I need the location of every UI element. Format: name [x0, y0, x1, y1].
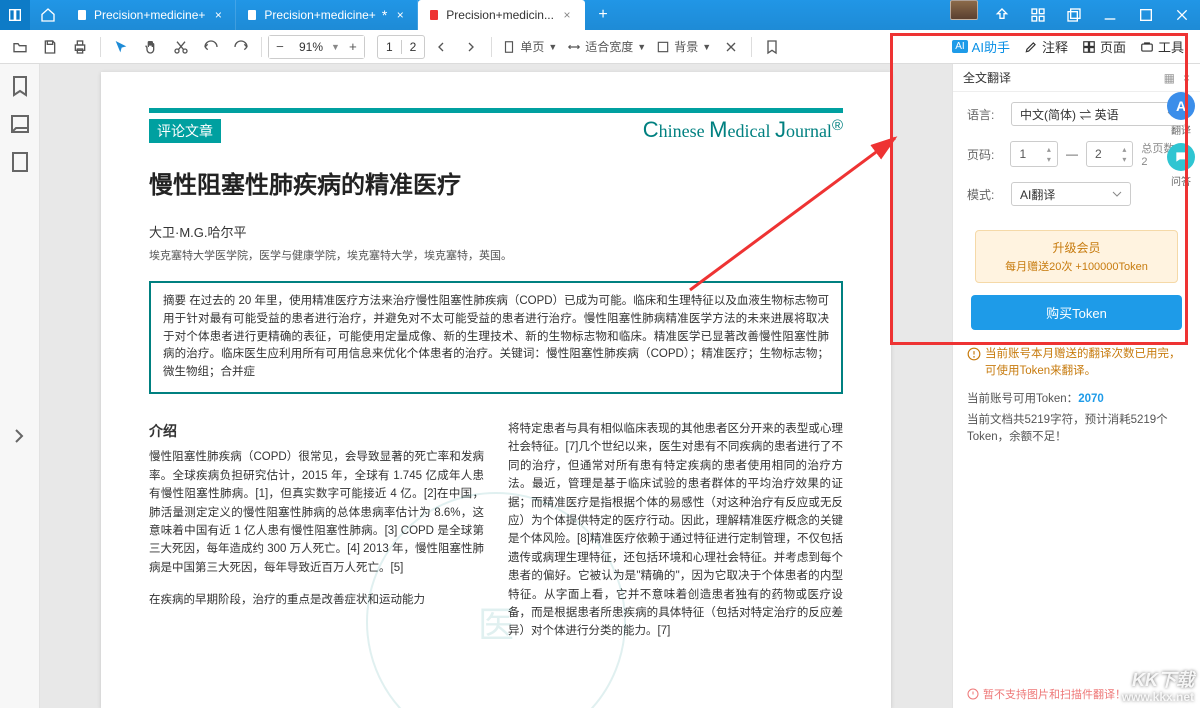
- pdf-file-icon: [428, 9, 440, 21]
- select-tool[interactable]: [107, 33, 135, 61]
- journal-name: Chinese Medical Journal®: [643, 117, 843, 143]
- pdf-page: 评论文章 Chinese Medical Journal® 慢性阻塞性肺疾病的精…: [101, 72, 891, 708]
- zoom-in-button[interactable]: +: [342, 36, 364, 58]
- new-tab-button[interactable]: +: [585, 0, 621, 30]
- background-button[interactable]: 背景▼: [652, 38, 715, 55]
- language-label: 语言:: [967, 106, 1003, 123]
- abstract-box: 摘要 在过去的 20 年里，使用精准医疗方法来治疗慢性阻塞性肺疾病（COPD）已…: [149, 281, 843, 394]
- close-icon[interactable]: ×: [560, 8, 574, 22]
- bookmarks-rail-button[interactable]: [8, 74, 32, 98]
- buy-token-button[interactable]: 购买Token: [971, 295, 1182, 330]
- single-page-button[interactable]: 单页▼: [498, 38, 561, 55]
- open-button[interactable]: [6, 33, 34, 61]
- page-current[interactable]: 1: [378, 40, 402, 54]
- ai-assist-button[interactable]: AIAI助手: [952, 37, 1010, 56]
- page-sep: —: [1066, 147, 1078, 161]
- page-total: 2: [402, 40, 425, 54]
- minimize-button[interactable]: [1092, 0, 1128, 30]
- pdf-file-icon: [246, 9, 258, 21]
- hand-tool[interactable]: [137, 33, 165, 61]
- quota-warning: 当前账号本月赠送的翻译次数已用完，可使用Token来翻译。: [953, 346, 1200, 389]
- mode-select[interactable]: AI翻译: [1011, 182, 1131, 206]
- thumbnails-rail-button[interactable]: [8, 150, 32, 174]
- bookmark-button[interactable]: [758, 33, 786, 61]
- token-estimate: 当前文档共5219字符，预计消耗5219个Token，余额不足！: [953, 410, 1200, 449]
- save-button[interactable]: [36, 33, 64, 61]
- panel-grid-icon[interactable]: ▦: [1164, 71, 1175, 85]
- document-author: 大卫·M.G.哈尔平: [149, 222, 843, 241]
- body-para: 在疾病的早期阶段，治疗的重点是改善症状和运动能力: [149, 591, 484, 609]
- print-button[interactable]: [66, 33, 94, 61]
- body-para: 将特定患者与具有相似临床表现的其他患者区分开来的表型或心理社会特征。[7]几个世…: [508, 420, 843, 641]
- zoom-out-button[interactable]: −: [269, 36, 291, 58]
- language-select[interactable]: 中文(简体) ⇌ 英语: [1011, 102, 1186, 126]
- fit-width-button[interactable]: 适合宽度▼: [563, 38, 650, 55]
- page-control[interactable]: 1 2: [377, 35, 425, 59]
- redo-button[interactable]: [227, 33, 255, 61]
- tab-title: Precision+medicine+: [264, 8, 375, 22]
- undo-button[interactable]: [197, 33, 225, 61]
- upgrade-member-button[interactable]: 升级会员 每月赠送20次 +100000Token: [975, 230, 1178, 283]
- apps-button[interactable]: [1020, 0, 1056, 30]
- modified-indicator: *: [382, 7, 387, 23]
- notes-rail-button[interactable]: [8, 112, 32, 136]
- pages-button[interactable]: 页面: [1082, 37, 1126, 56]
- token-balance: 当前账号可用Token：2070: [953, 389, 1200, 410]
- unsupported-warning: 暂不支持图片和扫描件翻译！: [967, 686, 1126, 702]
- dock-translate[interactable]: A 翻译: [1165, 92, 1197, 137]
- share-button[interactable]: [984, 0, 1020, 30]
- expand-rail-button[interactable]: [8, 424, 32, 448]
- tab-title: Precision+medicine+: [94, 8, 205, 22]
- tab-1[interactable]: Precision+medicine+ ×: [66, 0, 236, 30]
- restore-button[interactable]: [1056, 0, 1092, 30]
- zoom-control[interactable]: − 91% ▼ +: [268, 35, 365, 59]
- chevron-down-icon: [1112, 189, 1122, 199]
- body-para: 慢性阻塞性肺疾病（COPD）很常见，会导致显著的死亡率和发病率。全球疾病负担研究…: [149, 448, 484, 577]
- dock-qa[interactable]: 问答: [1165, 143, 1197, 188]
- tools-button[interactable]: 工具: [1140, 37, 1184, 56]
- mode-label: 模式:: [967, 186, 1003, 203]
- review-label: 评论文章: [149, 119, 221, 143]
- tab-title: Precision+medicin...: [446, 8, 554, 22]
- intro-heading: 介绍: [149, 420, 484, 442]
- page-to-input[interactable]: 2▴▾: [1086, 141, 1133, 167]
- warning-icon: [967, 688, 979, 700]
- maximize-button[interactable]: [1128, 0, 1164, 30]
- document-affiliation: 埃克塞特大学医学院，医学与健康学院，埃克塞特大学，埃克塞特，英国。: [149, 247, 843, 263]
- user-avatar[interactable]: [950, 0, 978, 20]
- panel-close-icon[interactable]: ×: [1183, 71, 1190, 85]
- document-viewport[interactable]: 评论文章 Chinese Medical Journal® 慢性阻塞性肺疾病的精…: [40, 64, 952, 708]
- app-logo-icon: [0, 0, 30, 30]
- annotate-button[interactable]: 注释: [1024, 37, 1068, 56]
- clear-button[interactable]: [717, 33, 745, 61]
- site-url-watermark: www.kkx.net: [1122, 690, 1194, 704]
- pdf-file-icon: [76, 9, 88, 21]
- close-icon[interactable]: ×: [393, 8, 407, 22]
- cut-button[interactable]: [167, 33, 195, 61]
- site-logo-watermark: KK下载: [1132, 666, 1194, 692]
- page-from-input[interactable]: 1▴▾: [1010, 141, 1057, 167]
- home-button[interactable]: [30, 0, 66, 30]
- close-window-button[interactable]: [1164, 0, 1200, 30]
- prev-page-button[interactable]: [427, 33, 455, 61]
- document-title: 慢性阻塞性肺疾病的精准医疗: [149, 165, 843, 200]
- tab-3[interactable]: Precision+medicin... ×: [418, 0, 585, 30]
- close-icon[interactable]: ×: [211, 8, 225, 22]
- panel-title: 全文翻译: [963, 69, 1011, 86]
- warning-icon: [967, 347, 981, 361]
- tab-2[interactable]: Precision+medicine+ * ×: [236, 0, 418, 30]
- zoom-value: 91%: [291, 40, 331, 54]
- page-range-label: 页码:: [967, 146, 1002, 163]
- next-page-button[interactable]: [457, 33, 485, 61]
